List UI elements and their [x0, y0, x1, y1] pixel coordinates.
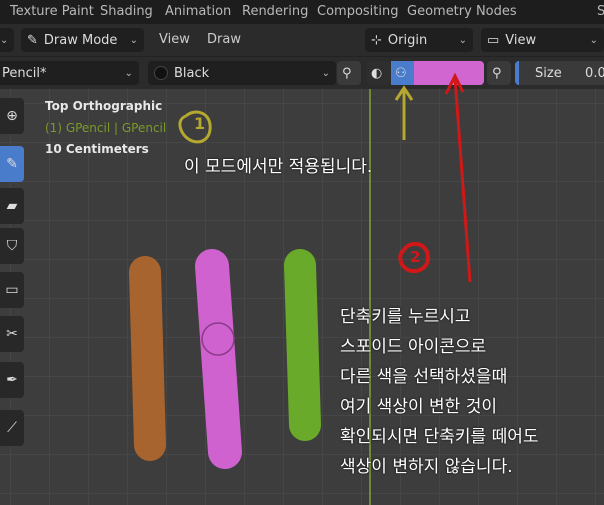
green-stroke [284, 249, 321, 441]
annotation-mark-2: 2 [410, 248, 421, 266]
note-line: 스포이드 아이콘으로 [340, 337, 487, 357]
pink-stroke [195, 249, 242, 469]
red-arrow [444, 72, 472, 283]
note-line: 단축키를 누르시고 [340, 307, 471, 327]
note-line: 여기 색상이 변한 것이 [340, 397, 497, 417]
note-line: 색상이 변하지 않습니다. [340, 457, 513, 477]
brown-stroke [129, 256, 166, 461]
annotation-note-1: 이 모드에서만 적용됩니다. [184, 157, 373, 177]
annotation-mark-1: 1 [194, 114, 206, 133]
annotation-note-2: 단축키를 누르시고 스포이드 아이콘으로 다른 색을 선택하셨을때 여기 색상이… [340, 302, 539, 482]
note-line: 다른 색을 선택하셨을때 [340, 367, 508, 387]
note-line: 확인되시면 단축키를 떼어도 [340, 427, 539, 447]
yellow-arrow [394, 85, 414, 140]
